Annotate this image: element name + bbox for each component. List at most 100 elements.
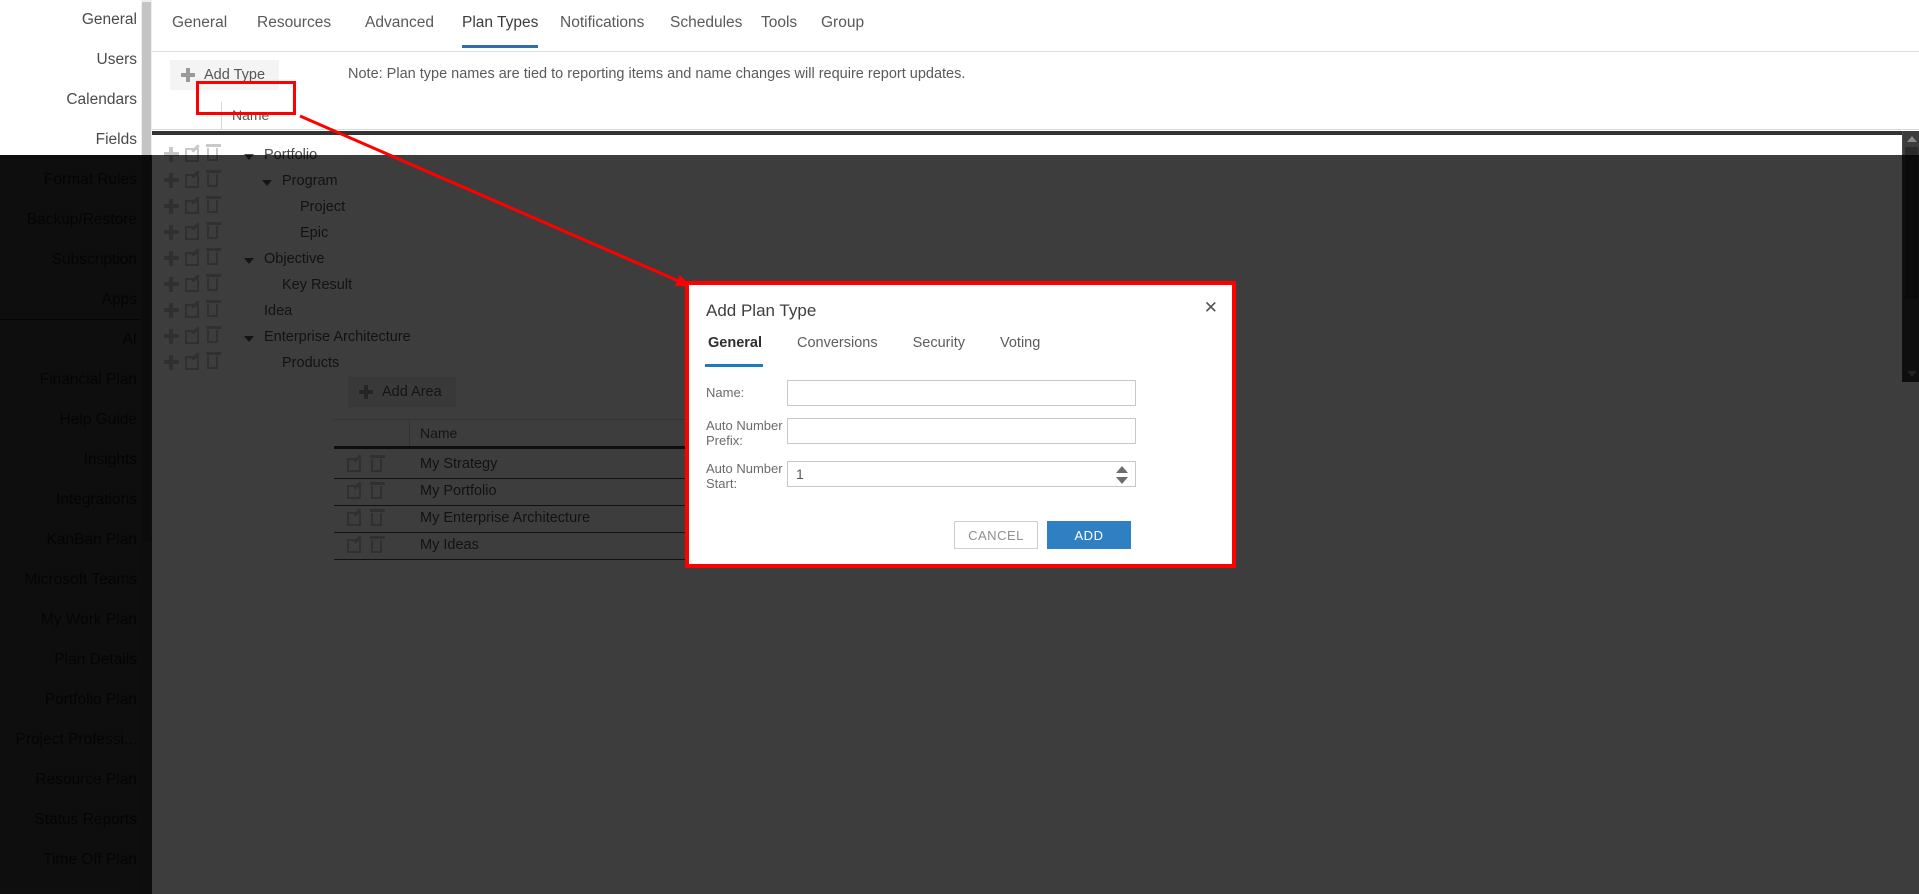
edit-icon[interactable] <box>347 539 361 553</box>
edit-icon[interactable] <box>185 355 199 370</box>
add-child-icon[interactable] <box>164 147 179 162</box>
sidebar-item-portfolio-plan[interactable]: Portfolio Plan <box>0 680 152 720</box>
areas-table-header: Name <box>334 419 724 449</box>
sidebar-item-microsoft-teams[interactable]: Microsoft Teams <box>0 560 152 600</box>
delete-icon[interactable] <box>206 352 221 369</box>
delete-icon[interactable] <box>206 196 221 213</box>
sidebar-item-calendars[interactable]: Calendars <box>0 80 152 120</box>
chevron-down-icon[interactable] <box>244 258 254 264</box>
sidebar-item-users[interactable]: Users <box>0 40 152 80</box>
add-plan-type-dialog: Add Plan Type ✕ General Conversions Securi… <box>685 281 1236 568</box>
area-name: My Enterprise Architecture <box>420 510 591 526</box>
stepper-up-icon[interactable] <box>1116 466 1128 473</box>
start-field-label: Auto Number Start: <box>706 461 783 491</box>
delete-icon[interactable] <box>206 144 221 161</box>
cancel-button[interactable]: CANCEL <box>954 521 1038 549</box>
add-child-icon[interactable] <box>164 251 179 266</box>
row-actions <box>164 222 221 240</box>
list-item[interactable]: My Strategy <box>334 452 724 479</box>
edit-icon[interactable] <box>185 303 199 318</box>
edit-icon[interactable] <box>347 458 361 472</box>
edit-icon[interactable] <box>185 225 199 240</box>
tab-notifications[interactable]: Notifications <box>560 14 644 48</box>
sidebar-item-plan-details[interactable]: Plan Details <box>0 640 152 680</box>
content-scrollbar[interactable] <box>1902 131 1919 382</box>
sidebar-item-format-rules[interactable]: Format Rules <box>0 160 152 200</box>
sidebar-scrollbar-thumb[interactable] <box>142 2 151 542</box>
scroll-up-icon[interactable] <box>1907 136 1917 142</box>
name-input[interactable] <box>787 380 1136 406</box>
delete-icon[interactable] <box>206 326 221 343</box>
add-child-icon[interactable] <box>164 329 179 344</box>
edit-icon[interactable] <box>185 199 199 214</box>
tab-schedules[interactable]: Schedules <box>670 14 742 48</box>
tab-advanced[interactable]: Advanced <box>365 14 434 48</box>
add-child-icon[interactable] <box>164 173 179 188</box>
edit-icon[interactable] <box>185 277 199 292</box>
dialog-tab-general[interactable]: General <box>705 335 777 367</box>
table-top-rule <box>152 131 1919 135</box>
sidebar-item-fields[interactable]: Fields <box>0 120 152 160</box>
add-button[interactable]: ADD <box>1047 521 1131 549</box>
sidebar-item-apps[interactable]: Apps <box>0 280 152 320</box>
delete-icon[interactable] <box>206 300 221 317</box>
edit-icon[interactable] <box>185 329 199 344</box>
content-scrollbar-thumb[interactable] <box>1905 147 1918 299</box>
sidebar-item-backup-restore[interactable]: Backup/Restore <box>0 200 152 240</box>
sidebar-item-financial-plan[interactable]: Financial Plan <box>0 360 152 400</box>
edit-icon[interactable] <box>185 173 199 188</box>
sidebar-item-subscription[interactable]: Subscription <box>0 240 152 280</box>
chevron-down-icon[interactable] <box>244 336 254 342</box>
sidebar-item-status-reports[interactable]: Status Reports <box>0 800 152 840</box>
add-child-icon[interactable] <box>164 277 179 292</box>
list-item[interactable]: My Ideas <box>334 533 724 560</box>
edit-icon[interactable] <box>185 251 199 266</box>
tab-general[interactable]: General <box>172 14 227 48</box>
add-area-button[interactable]: Add Area <box>348 377 456 407</box>
sidebar-item-insights[interactable]: Insights <box>0 440 152 480</box>
chevron-down-icon[interactable] <box>262 180 272 186</box>
edit-icon[interactable] <box>185 147 199 162</box>
tab-tools[interactable]: Tools <box>761 14 797 48</box>
dialog-tab-conversions[interactable]: Conversions <box>794 335 893 367</box>
number-stepper[interactable] <box>1114 466 1130 484</box>
delete-icon[interactable] <box>370 535 385 553</box>
add-child-icon[interactable] <box>164 199 179 214</box>
sidebar-item-general[interactable]: General <box>0 0 152 40</box>
sidebar-item-project-professi[interactable]: Project Professi... <box>0 720 152 760</box>
add-type-button[interactable]: Add Type <box>170 60 280 90</box>
sidebar-item-time-off-plan[interactable]: Time Off Plan <box>0 840 152 880</box>
tab-group[interactable]: Group <box>821 14 864 48</box>
sidebar-item-integrations[interactable]: Integrations <box>0 480 152 520</box>
delete-icon[interactable] <box>370 454 385 472</box>
sidebar-item-my-work-plan[interactable]: My Work Plan <box>0 600 152 640</box>
sidebar-item-resource-plan[interactable]: Resource Plan <box>0 760 152 800</box>
auto-number-prefix-input[interactable] <box>787 418 1136 444</box>
add-child-icon[interactable] <box>164 225 179 240</box>
chevron-down-icon[interactable] <box>244 154 254 160</box>
delete-icon[interactable] <box>206 248 221 265</box>
sidebar-item-kanban-plan[interactable]: KanBan Plan <box>0 520 152 560</box>
delete-icon[interactable] <box>206 274 221 291</box>
delete-icon[interactable] <box>206 170 221 187</box>
delete-icon[interactable] <box>206 222 221 239</box>
sidebar-item-help-guide[interactable]: Help Guide <box>0 400 152 440</box>
sidebar-item-ai[interactable]: AI <box>0 320 152 360</box>
edit-icon[interactable] <box>347 512 361 526</box>
list-item[interactable]: My Enterprise Architecture <box>334 506 724 533</box>
auto-number-start-input[interactable] <box>787 461 1136 487</box>
delete-icon[interactable] <box>370 508 385 526</box>
row-actions <box>164 326 221 344</box>
scroll-down-icon[interactable] <box>1907 371 1917 377</box>
tab-resources[interactable]: Resources <box>257 14 331 48</box>
add-child-icon[interactable] <box>164 355 179 370</box>
close-icon[interactable]: ✕ <box>1204 299 1218 316</box>
delete-icon[interactable] <box>370 481 385 499</box>
edit-icon[interactable] <box>347 485 361 499</box>
list-item[interactable]: My Portfolio <box>334 479 724 506</box>
dialog-tab-voting[interactable]: Voting <box>997 335 1055 367</box>
tab-plan-types[interactable]: Plan Types <box>462 14 539 48</box>
stepper-down-icon[interactable] <box>1116 477 1128 484</box>
dialog-tab-security[interactable]: Security <box>910 335 980 367</box>
add-child-icon[interactable] <box>164 303 179 318</box>
